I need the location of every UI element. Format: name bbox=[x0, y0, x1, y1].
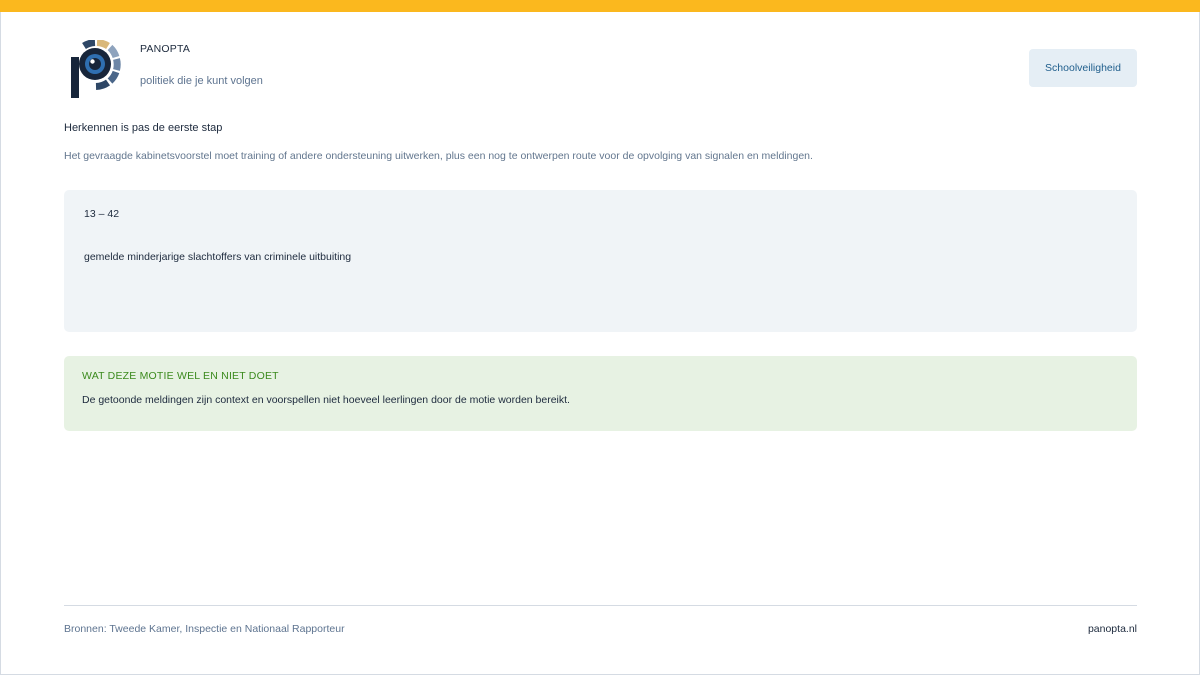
stat-label: gemelde minderjarige slachtoffers van cr… bbox=[84, 251, 352, 263]
site-link[interactable]: panopta.nl bbox=[1088, 623, 1137, 635]
page-frame bbox=[0, 0, 1200, 675]
note-title: WAT DEZE MOTIE WEL EN NIET DOET bbox=[82, 370, 279, 382]
motion-note-card: WAT DEZE MOTIE WEL EN NIET DOET De getoo… bbox=[64, 356, 1137, 431]
panopta-logo bbox=[68, 39, 122, 100]
headline: Herkennen is pas de eerste stap bbox=[64, 122, 223, 134]
brand-tagline: politiek die je kunt volgen bbox=[140, 75, 263, 87]
sources-text: Bronnen: Tweede Kamer, Inspectie en Nati… bbox=[64, 623, 345, 635]
subline: Het gevraagde kabinetsvoorstel moet trai… bbox=[64, 150, 813, 162]
stat-card: 13 – 42 gemelde minderjarige slachtoffer… bbox=[64, 190, 1137, 332]
brand-name: PANOPTA bbox=[140, 43, 191, 55]
note-text: De getoonde meldingen zijn context en vo… bbox=[82, 394, 570, 406]
accent-bar bbox=[0, 0, 1200, 12]
footer-divider bbox=[64, 605, 1137, 606]
topic-button[interactable]: Schoolveiligheid bbox=[1029, 49, 1137, 87]
stat-range: 13 – 42 bbox=[84, 208, 120, 220]
